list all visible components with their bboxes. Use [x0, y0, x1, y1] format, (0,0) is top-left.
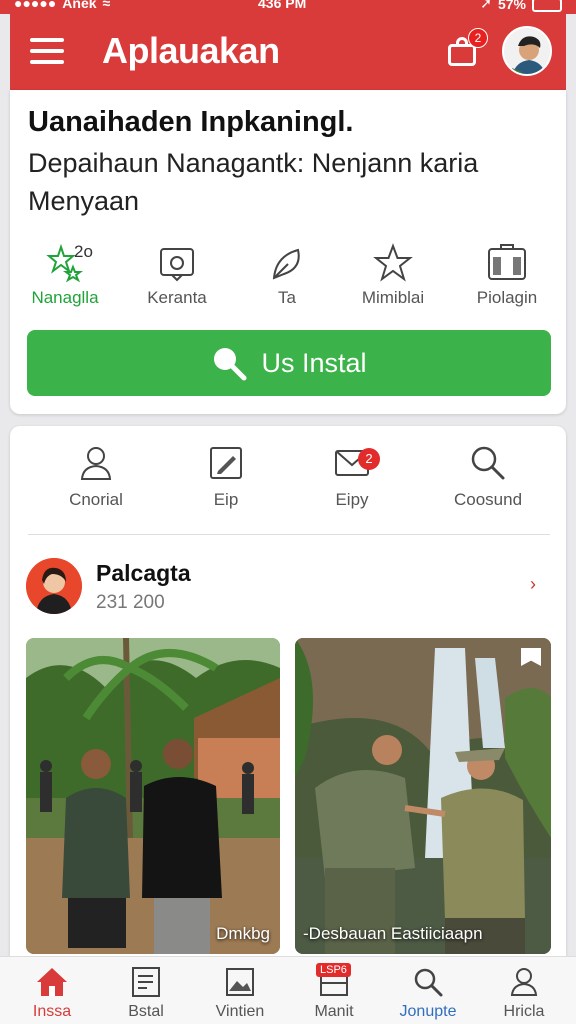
action-ta[interactable]: Ta [232, 240, 342, 308]
action-label: Keranta [147, 288, 207, 307]
carrier-label: Anek [62, 0, 97, 11]
post-avatar[interactable] [26, 558, 82, 614]
quick-coosund[interactable]: Coosund [428, 440, 548, 510]
action-piolagin[interactable]: Piolagin [452, 240, 562, 308]
quick-label: Eip [213, 490, 239, 509]
quick-eipy[interactable]: 2 Eipy [292, 440, 412, 510]
profile-avatar[interactable] [502, 26, 552, 76]
post-stats: 231 200 [96, 592, 165, 613]
avatar-illustration [504, 28, 550, 74]
notification-badge: 2 [358, 448, 380, 470]
app-headline: Uanaihaden Inpkaningl. [28, 106, 354, 138]
location-icon: ➚ [480, 0, 492, 11]
wifi-icon: ≈ [102, 0, 111, 11]
star-icon [373, 243, 413, 282]
nav-manit[interactable]: LSP6 Manit [286, 963, 382, 1021]
photo-caption: Dmkbg [216, 924, 270, 943]
nav-hricla[interactable]: Hricla [476, 965, 572, 1021]
bag-badge: 2 [468, 28, 488, 48]
action-nanaglla[interactable]: 2o Nanaglla [10, 240, 120, 308]
nav-label: Inssa [32, 1003, 72, 1020]
shopping-bag-button[interactable]: 2 [446, 28, 488, 68]
quick-label: Coosund [453, 490, 523, 509]
post-photo-village[interactable]: Dmkbg [26, 638, 280, 954]
quick-cnorial[interactable]: Cnorial [36, 440, 156, 510]
nav-badge: LSP6 [316, 963, 351, 977]
nav-label: Jonupte [399, 1003, 457, 1020]
nav-label: Bstal [128, 1003, 164, 1020]
action-label: Ta [278, 288, 296, 307]
avatar-illustration [26, 558, 82, 614]
app-title: Aplauakan [102, 30, 280, 71]
nav-label: Manit [314, 1003, 354, 1020]
post-author-name[interactable]: Palcagta [96, 560, 191, 587]
action-label: Mimiblai [361, 288, 425, 307]
clock: 436 PM [258, 0, 307, 11]
waterfall-photo-illustration [295, 638, 551, 954]
battery-percent: 57% [497, 0, 526, 12]
edit-icon [210, 447, 242, 479]
nav-label: Vintien [215, 1003, 265, 1020]
action-keranta[interactable]: Keranta [122, 240, 232, 308]
install-card: Uanaihaden Inpkaningl. Depaihaun Nanagan… [10, 90, 566, 414]
feed-card: Cnorial Eip 2 Eipy Coosund Palcagta 231 … [10, 426, 566, 966]
quick-eip[interactable]: Eip [166, 440, 286, 510]
action-count: 2o [74, 242, 93, 261]
battery-icon [532, 0, 562, 12]
quick-label: Cnorial [69, 490, 123, 509]
install-button[interactable]: Us Instal [27, 330, 551, 396]
post-photo-waterfall[interactable]: -Desbauan Eastiiciaapn [295, 638, 551, 954]
search-icon [414, 968, 443, 997]
menu-icon[interactable] [30, 38, 64, 64]
person-icon [80, 447, 112, 480]
status-bar: ●●●●● Anek ≈ 436 PM ➚ 57% [0, 0, 576, 14]
search-icon [471, 446, 505, 480]
nav-label: Hricla [503, 1003, 545, 1020]
photo-caption: -Desbauan Eastiiciaapn [303, 924, 483, 943]
signal-icon: ●●●●● [14, 0, 57, 11]
bottom-nav: Inssa Bstal Vintien LSP6 Manit Jonupte H… [0, 956, 576, 1024]
nav-vintien[interactable]: Vintien [192, 965, 288, 1021]
home-icon [37, 968, 67, 996]
user-icon [510, 968, 538, 996]
camera-icon [160, 248, 194, 282]
bookmark-icon [488, 244, 526, 280]
quick-actions: Cnorial Eip 2 Eipy Coosund [10, 440, 566, 520]
app-subline: Depaihaun Nanagantk: Nenjann karia Menya… [28, 148, 479, 216]
image-icon [226, 968, 254, 996]
leaf-icon [272, 248, 300, 280]
app-header: Aplauakan 2 [10, 14, 566, 90]
actions-row: 2o Nanaglla Keranta Ta Mimiblai Piolagin [10, 240, 566, 314]
quick-label: Eipy [335, 490, 369, 509]
install-button-label: Us Instal [261, 347, 367, 378]
action-label: Piolagin [476, 288, 538, 307]
nav-inssa[interactable]: Inssa [4, 965, 100, 1021]
village-photo-illustration [26, 638, 280, 954]
more-options-icon[interactable]: › [530, 574, 536, 595]
action-label: Nanaglla [31, 288, 99, 307]
divider [28, 534, 550, 535]
search-icon [214, 348, 247, 381]
document-icon [132, 967, 160, 997]
action-mimiblai[interactable]: Mimiblai [338, 240, 448, 308]
nav-jonupte[interactable]: Jonupte [380, 965, 476, 1021]
nav-bstal[interactable]: Bstal [98, 965, 194, 1021]
